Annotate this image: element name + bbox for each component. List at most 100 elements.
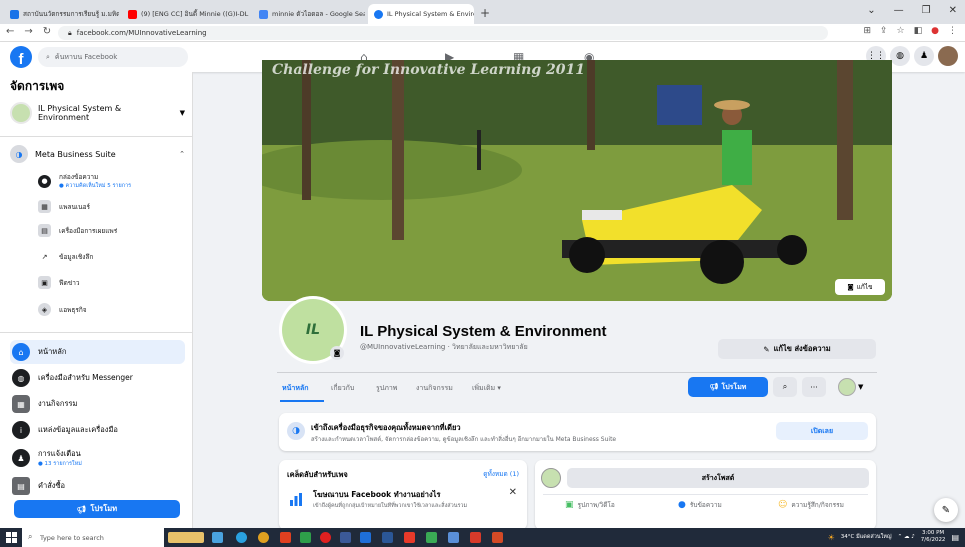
app-icon[interactable]	[426, 532, 437, 543]
taskbar-search-input[interactable]: Type here to search	[22, 528, 164, 547]
sidebar-item-label: การแจ้งเตือน	[38, 449, 81, 458]
sidebar-item-label: เครื่องมือสำหรับ Messenger	[38, 373, 133, 382]
promote-button[interactable]: 📢︎ โปรโมท	[688, 377, 768, 397]
clock-time: 3:00 PM	[922, 530, 945, 536]
tab-photos[interactable]: รูปภาพ	[376, 383, 397, 394]
sidebar-item-resources[interactable]: i แหล่งข้อมูลและเครื่องมือ	[10, 418, 185, 442]
edit-info-label: แก้ไข ส่งข้อความ	[773, 344, 831, 353]
back-icon[interactable]: ←	[6, 26, 14, 37]
news-icon: ▣	[38, 276, 51, 289]
photo-video-button[interactable]: ▣ รูปภาพ/วิดีโอ	[565, 500, 615, 510]
translate-icon[interactable]: ⊞	[863, 26, 871, 36]
manage-page-title: จัดการเพจ	[10, 79, 65, 93]
illustrator-icon[interactable]	[470, 532, 481, 543]
sidebar-promote-button[interactable]: 📢︎ โปรโมท	[14, 500, 180, 518]
sidebar-item-news[interactable]: ▣ ฟีดข่าว	[38, 276, 80, 289]
messenger-icon[interactable]: ◍	[890, 46, 910, 66]
search-page-button[interactable]: ⌕	[773, 377, 797, 397]
new-message-button[interactable]: ✎	[934, 498, 958, 522]
avatar	[541, 468, 561, 488]
megaphone-icon: 📢︎	[709, 383, 719, 391]
facebook-search-input[interactable]: ⌕ ค้นหาบน Facebook	[38, 47, 188, 67]
tab-more[interactable]: เพิ่มเติม ▾	[472, 383, 501, 394]
sidebar-icon[interactable]: ◧	[914, 26, 923, 36]
orders-icon: ▤	[12, 477, 30, 495]
app-icon[interactable]	[340, 532, 351, 543]
acrobat-icon[interactable]	[280, 532, 291, 543]
weather-text[interactable]: 34°C มีแดดส่วนใหญ่	[841, 533, 892, 541]
page-avatar	[10, 102, 32, 124]
browser-tab-4[interactable]: IL Physical System & Environment ×	[368, 4, 474, 24]
share-icon[interactable]: ⇪	[880, 26, 888, 36]
sidebar-item-home[interactable]: ⌂ หน้าหลัก	[10, 340, 185, 364]
star-icon[interactable]: ☆	[897, 26, 905, 36]
meta-business-suite-toggle[interactable]: ◑ Meta Business Suite ⌃	[10, 145, 185, 163]
page-selector[interactable]: IL Physical System & Environment ▼	[10, 98, 185, 128]
windows-start-icon[interactable]	[6, 532, 17, 543]
menu-icon[interactable]: ⋮	[948, 26, 957, 36]
browser-tab-2[interactable]: (9) [ENG CC] อินดี้ Minnie ((G)I-DL ×	[122, 4, 250, 24]
photo-icon: ▣	[565, 500, 574, 510]
tab-about[interactable]: เกี่ยวกับ	[331, 383, 354, 394]
camera-icon[interactable]: ◙	[330, 346, 344, 360]
edit-cover-button[interactable]: ◙ แก้ไข	[835, 279, 885, 295]
forward-icon[interactable]: →	[24, 26, 32, 37]
tab-home[interactable]: หน้าหลัก	[282, 383, 308, 394]
sidebar-item-notifications[interactable]: ♟ การแจ้งเตือน ● 13 รายการใหม่	[10, 446, 185, 470]
url-field[interactable]: 🔒︎ facebook.com/MUInnovativeLearning	[58, 26, 828, 40]
sidebar-item-planner[interactable]: ▦ แพลนเนอร์	[38, 200, 90, 213]
task-view-icon[interactable]	[212, 532, 223, 543]
bar-chart-icon	[290, 493, 302, 506]
switch-profile-button[interactable]: ▼	[838, 377, 874, 397]
active-tab-indicator	[280, 400, 324, 402]
facebook-logo-icon[interactable]: f	[10, 46, 32, 68]
tab-events[interactable]: งานกิจกรรม	[416, 383, 453, 394]
create-post-button[interactable]: สร้างโพสต์	[567, 468, 869, 488]
feeling-activity-button[interactable]: ☺ ความรู้สึก/กิจกรรม	[778, 500, 844, 510]
youtube-icon	[128, 9, 137, 19]
app-icon[interactable]	[404, 532, 415, 543]
account-avatar[interactable]	[938, 46, 958, 66]
tab-title: minnie ตัวไอดอล - Google Search	[272, 10, 365, 18]
edge-icon[interactable]	[236, 532, 247, 543]
browser-tab-3[interactable]: minnie ตัวไอดอล - Google Search ×	[253, 4, 365, 24]
close-icon[interactable]: ✕	[509, 487, 517, 498]
photoshop-icon[interactable]	[360, 532, 371, 543]
get-messages-button[interactable]: ● รับข้อความ	[678, 500, 722, 510]
profile-icon[interactable]: ●	[931, 26, 939, 36]
address-bar-row: ← → ↻ 🔒︎ facebook.com/MUInnovativeLearni…	[0, 24, 965, 42]
restore-button[interactable]: ❐	[922, 5, 931, 16]
page-title: IL Physical System & Environment	[360, 323, 607, 340]
sidebar-item-events[interactable]: ▦ งานกิจกรรม	[10, 392, 185, 416]
word-icon[interactable]	[382, 532, 393, 543]
more-options-button[interactable]: ···	[802, 377, 826, 397]
browser-tab-1[interactable]: สถาบันนวัตกรรมการเรียนรู้ ม.มหิดล ×	[4, 4, 119, 24]
chrome-icon[interactable]	[258, 532, 269, 543]
sidebar-item-apps[interactable]: ◈ แอพธุรกิจ	[38, 303, 87, 316]
chevron-down-icon[interactable]: ⌄	[867, 5, 875, 16]
reload-icon[interactable]: ↻	[43, 26, 51, 37]
divider	[0, 136, 193, 137]
news-widget-icon[interactable]	[168, 532, 204, 543]
minimize-button[interactable]: —	[894, 5, 904, 16]
see-all-link[interactable]: ดูทั้งหมด (1)	[483, 469, 519, 479]
sidebar-item-orders[interactable]: ▤ คำสั่งซื้อ	[10, 474, 185, 498]
powerpoint-icon[interactable]	[492, 532, 503, 543]
line-icon[interactable]	[300, 532, 311, 543]
sidebar-item-publishing[interactable]: ▤ เครื่องมือการเผยแพร่	[38, 224, 117, 237]
close-window-button[interactable]: ✕	[949, 5, 957, 16]
notification-center-icon[interactable]: ▤	[951, 533, 959, 542]
compose-icon: ✎	[941, 504, 951, 516]
notifications-icon[interactable]: ♟	[914, 46, 934, 66]
new-tab-button[interactable]: +	[480, 6, 490, 20]
tab-title: IL Physical System & Environment	[387, 10, 474, 18]
clock[interactable]: 3:00 PM 7/6/2022	[921, 530, 946, 544]
open-now-button[interactable]: เปิดเลย	[776, 422, 868, 440]
app-icon[interactable]	[448, 532, 459, 543]
edit-send-message-button[interactable]: ✎ แก้ไข ส่งข้อความ	[718, 339, 876, 359]
app-icon[interactable]	[320, 532, 331, 543]
sidebar-item-messenger-tools[interactable]: ◍ เครื่องมือสำหรับ Messenger	[10, 366, 185, 390]
tray-icons[interactable]: ⌃ ☁ ♪	[898, 534, 915, 540]
sidebar-item-insights[interactable]: ↗ ข้อมูลเชิงลึก	[38, 250, 93, 263]
sidebar-item-inbox[interactable]: ● กล่องข้อความ ● ความคิดเห็นใหม่ 5 รายกา…	[38, 172, 131, 190]
